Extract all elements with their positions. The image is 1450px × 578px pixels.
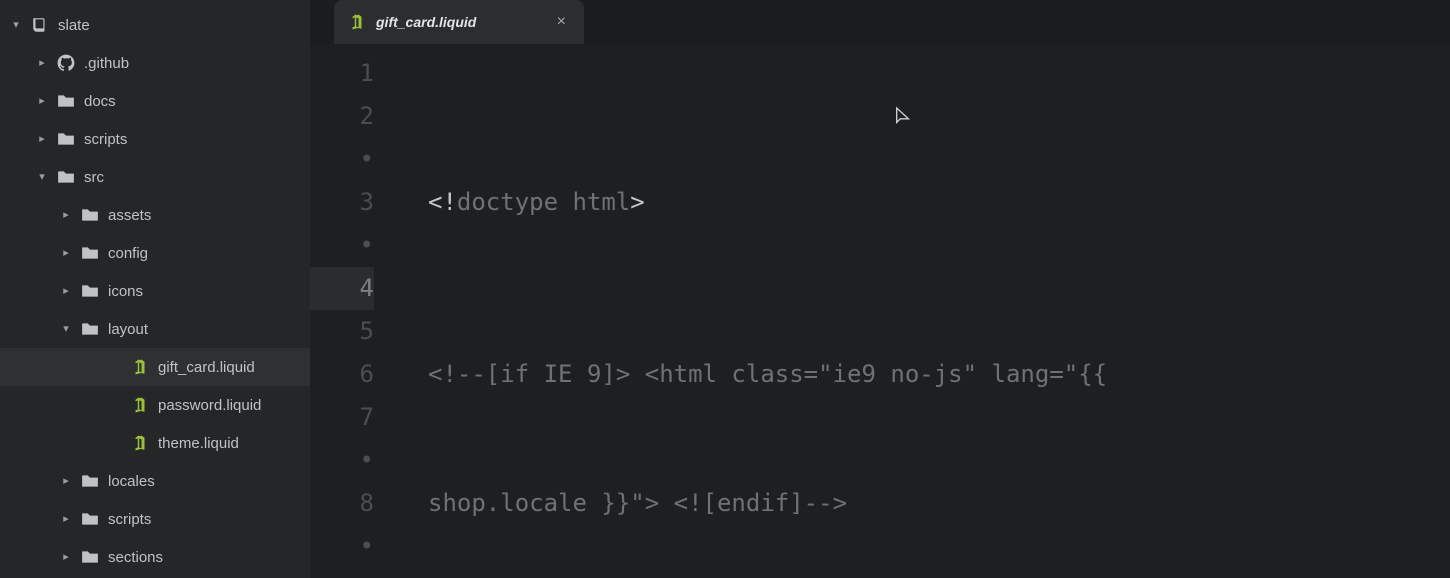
tree-item-label: src bbox=[84, 169, 104, 186]
tab-title: gift_card.liquid bbox=[376, 14, 476, 30]
line-number[interactable]: 3 bbox=[310, 181, 374, 224]
line-number[interactable]: • bbox=[310, 138, 374, 181]
tree-item-label: icons bbox=[108, 283, 143, 300]
tree-item-src[interactable]: ▾ src bbox=[0, 158, 310, 196]
line-number[interactable]: 6 bbox=[310, 353, 374, 396]
tree-item-label: scripts bbox=[108, 511, 151, 528]
tree-item-label: sections bbox=[108, 549, 163, 566]
tree-item-label: assets bbox=[108, 207, 151, 224]
shopify-icon bbox=[348, 13, 366, 31]
code-area[interactable]: 12•3•4567•8• <!doctype html> <!--[if IE … bbox=[310, 44, 1450, 578]
tree-item-assets[interactable]: ▸ assets bbox=[0, 196, 310, 234]
chevron-right-icon: ▸ bbox=[58, 282, 74, 298]
editor-pane: gift_card.liquid × 12•3•4567•8• <!doctyp… bbox=[310, 0, 1450, 578]
line-number[interactable]: • bbox=[310, 525, 374, 568]
tree-item-label: config bbox=[108, 245, 148, 262]
github-icon bbox=[56, 53, 76, 73]
tree-item-scripts[interactable]: ▸ scripts bbox=[0, 500, 310, 538]
tree-item-label: gift_card.liquid bbox=[158, 359, 255, 376]
chevron-down-icon: ▾ bbox=[8, 16, 24, 32]
shopify-icon bbox=[130, 357, 150, 377]
tree-item-layout[interactable]: ▾ layout bbox=[0, 310, 310, 348]
chevron-down-icon: ▾ bbox=[58, 320, 74, 336]
tree-items: ▸.github▸docs▸scripts▾src▸assets▸config▸… bbox=[0, 44, 310, 576]
tree-item-label: docs bbox=[84, 93, 116, 110]
chevron-right-icon: ▸ bbox=[58, 548, 74, 564]
tree-item-label: .github bbox=[84, 55, 129, 72]
tree-item-theme-liquid[interactable]: ▸theme.liquid bbox=[0, 424, 310, 462]
folder-icon bbox=[80, 547, 100, 567]
tree-item-label: layout bbox=[108, 321, 148, 338]
chevron-down-icon: ▾ bbox=[34, 168, 50, 184]
code-line[interactable]: shop.locale }}"> <![endif]--> bbox=[410, 482, 1450, 525]
line-number[interactable]: 1 bbox=[310, 52, 374, 95]
folder-icon bbox=[80, 319, 100, 339]
folder-icon bbox=[80, 243, 100, 263]
tab-bar: gift_card.liquid × bbox=[310, 0, 1450, 44]
tree-item-icons[interactable]: ▸ icons bbox=[0, 272, 310, 310]
folder-icon bbox=[56, 91, 76, 111]
tree-item-label: password.liquid bbox=[158, 397, 261, 414]
line-number[interactable]: • bbox=[310, 224, 374, 267]
tree-item-label: theme.liquid bbox=[158, 435, 239, 452]
mouse-cursor-icon bbox=[778, 56, 796, 78]
chevron-right-icon: ▸ bbox=[58, 472, 74, 488]
repo-icon bbox=[30, 15, 50, 35]
line-gutter: 12•3•4567•8• bbox=[310, 44, 410, 578]
chevron-right-icon: ▸ bbox=[34, 130, 50, 146]
line-number[interactable]: • bbox=[310, 439, 374, 482]
line-number[interactable]: 2 bbox=[310, 95, 374, 138]
tree-item-config[interactable]: ▸ config bbox=[0, 234, 310, 272]
tree-root[interactable]: ▾ slate bbox=[0, 6, 310, 44]
folder-icon bbox=[80, 471, 100, 491]
tree-item-scripts[interactable]: ▸ scripts bbox=[0, 120, 310, 158]
code-line[interactable]: <!doctype html> bbox=[410, 181, 1450, 224]
shopify-icon bbox=[130, 433, 150, 453]
folder-icon bbox=[80, 205, 100, 225]
folder-icon bbox=[80, 281, 100, 301]
tree-item-sections[interactable]: ▸ sections bbox=[0, 538, 310, 576]
close-icon[interactable]: × bbox=[553, 12, 570, 32]
tree-item-password-liquid[interactable]: ▸password.liquid bbox=[0, 386, 310, 424]
folder-icon bbox=[80, 509, 100, 529]
code-content[interactable]: <!doctype html> <!--[if IE 9]> <html cla… bbox=[410, 44, 1450, 578]
file-tree-sidebar: ▾ slate ▸ .github ▸ docs ▸ scripts ▾ src ▸ assets… bbox=[0, 0, 310, 578]
shopify-icon bbox=[130, 395, 150, 415]
chevron-right-icon: ▸ bbox=[58, 244, 74, 260]
tree-root-label: slate bbox=[58, 17, 90, 34]
line-number[interactable]: 5 bbox=[310, 310, 374, 353]
tree-item-locales[interactable]: ▸ locales bbox=[0, 462, 310, 500]
folder-icon bbox=[56, 129, 76, 149]
chevron-right-icon: ▸ bbox=[34, 92, 50, 108]
chevron-right-icon: ▸ bbox=[58, 206, 74, 222]
line-number[interactable]: 7 bbox=[310, 396, 374, 439]
tree-item-label: locales bbox=[108, 473, 155, 490]
chevron-right-icon: ▸ bbox=[58, 510, 74, 526]
folder-icon bbox=[56, 167, 76, 187]
code-line[interactable]: <!--[if IE 9]> <html class="ie9 no-js" l… bbox=[410, 353, 1450, 396]
line-number[interactable]: 8 bbox=[310, 482, 374, 525]
tab-gift-card[interactable]: gift_card.liquid × bbox=[334, 0, 584, 44]
tree-item-label: scripts bbox=[84, 131, 127, 148]
tree-item-docs[interactable]: ▸ docs bbox=[0, 82, 310, 120]
chevron-right-icon: ▸ bbox=[34, 54, 50, 70]
tree-item--github[interactable]: ▸ .github bbox=[0, 44, 310, 82]
tree-item-gift-card-liquid[interactable]: ▸gift_card.liquid bbox=[0, 348, 310, 386]
line-number[interactable]: 4 bbox=[310, 267, 374, 310]
